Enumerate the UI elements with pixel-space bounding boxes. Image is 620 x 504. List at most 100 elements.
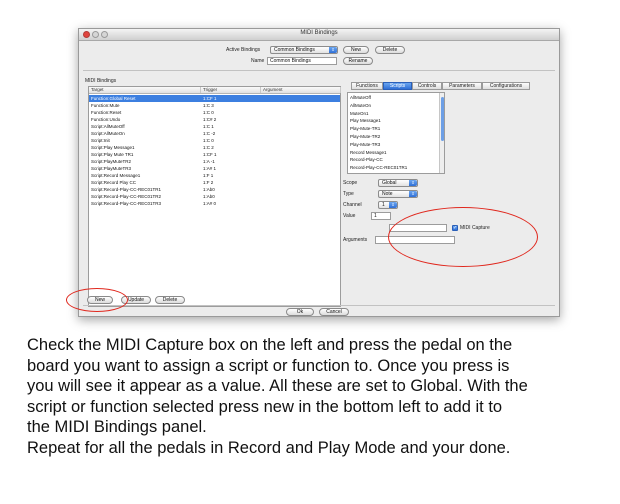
- midi-capture-highlight-ring: [388, 207, 538, 267]
- table-row[interactable]: Script:Record-Play-CC-REC01TR1 1:Ab0: [89, 186, 340, 193]
- updown-arrows-icon: ⇕: [329, 47, 337, 53]
- cell-target: Script:Record Play CC: [91, 180, 137, 185]
- window-titlebar: MIDI Bindings: [79, 29, 559, 41]
- tab-configurations[interactable]: Configurations: [482, 82, 530, 90]
- cell-trigger: 1:C 0: [203, 138, 214, 143]
- cell-trigger: 1:A# 1: [203, 166, 217, 171]
- table-row[interactable]: Script:Record-Play-CC-REC01TR2 1:Ab0: [89, 193, 340, 200]
- cell-trigger: 1:Ab0: [203, 194, 215, 199]
- updown-arrows-icon: ⇕: [409, 191, 417, 197]
- rename-button[interactable]: Rename: [343, 57, 373, 65]
- new-button-highlight-ring: [66, 288, 128, 312]
- list-item[interactable]: AllMuteOn: [350, 103, 371, 109]
- delete-bindings-button[interactable]: Delete: [375, 46, 405, 54]
- table-row[interactable]: Script:Record Play CC 1:F 2: [89, 179, 340, 186]
- table-row[interactable]: Script:Play Mute TR1 1:CF 1: [89, 151, 340, 158]
- scope-select[interactable]: Global ⇕: [378, 179, 418, 187]
- table-row[interactable]: Function:Global Reset 1:CF 1: [89, 95, 340, 102]
- value-label: Value: [343, 213, 356, 219]
- instruction-line: Check the MIDI Capture box on the left a…: [27, 336, 513, 354]
- tab-controls[interactable]: Controls: [412, 82, 442, 90]
- instruction-line: script or function selected press new in…: [27, 397, 503, 416]
- name-label: Name: [251, 58, 265, 64]
- list-item[interactable]: Record-Play-CC: [350, 157, 383, 163]
- cell-trigger: 1:C# 2: [203, 117, 217, 122]
- table-row[interactable]: Script:Record-Play-CC-REC01TR3 1:A# 0: [89, 200, 340, 207]
- cell-target: Script:PlayMuteTR2: [91, 159, 132, 164]
- table-row[interactable]: Script:AllMuteOn 1:C -2: [89, 130, 340, 137]
- scrollbar-thumb[interactable]: [441, 97, 444, 141]
- cell-target: Script:PlayMuteTR3: [91, 166, 132, 171]
- tab-parameters[interactable]: Parameters: [442, 82, 482, 90]
- tab-functions[interactable]: Functions: [351, 82, 383, 90]
- scripts-list[interactable]: AllMuteOff AllMuteOn MuteOn1 Play Message1 P…: [347, 92, 445, 174]
- table-row[interactable]: Function:Reset 1:C 0: [89, 109, 340, 116]
- column-header-target[interactable]: Target: [89, 87, 201, 93]
- channel-value: 1: [382, 202, 385, 208]
- list-item[interactable]: Record Message1: [350, 150, 387, 156]
- scope-label: Scope: [343, 180, 358, 186]
- instruction-line: the MIDI Bindings panel.: [27, 418, 207, 437]
- column-header-argument[interactable]: Argument: [261, 87, 341, 93]
- updown-arrows-icon: ⇕: [389, 202, 397, 208]
- new-bindings-button[interactable]: New: [343, 46, 369, 54]
- table-row[interactable]: Script:PlayMuteTR3 1:A# 1: [89, 165, 340, 172]
- name-field[interactable]: Common Bindings: [267, 57, 337, 65]
- list-item[interactable]: Play-Mute-TR2: [350, 134, 380, 140]
- list-item[interactable]: Play-Mute-TR3: [350, 142, 380, 148]
- type-select[interactable]: Note ⇕: [378, 190, 418, 198]
- scripts-list-scrollbar[interactable]: [439, 93, 444, 173]
- table-row[interactable]: Function:Mute 1:C 3: [89, 102, 340, 109]
- delete-binding-button[interactable]: Delete: [155, 296, 185, 304]
- bindings-table[interactable]: Target Trigger Argument Function:Global …: [88, 86, 341, 307]
- scope-value: Global: [382, 180, 397, 186]
- tab-scripts[interactable]: Scripts: [383, 82, 412, 90]
- cell-target: Script:Init: [91, 138, 110, 143]
- table-row[interactable]: Script:Record Message1 1:F 1: [89, 172, 340, 179]
- updown-arrows-icon: ⇕: [409, 180, 417, 186]
- cancel-button[interactable]: Cancel: [319, 308, 349, 316]
- cell-target: Function:Mute: [91, 103, 120, 108]
- cell-trigger: 1:C 1: [203, 124, 214, 129]
- list-item[interactable]: AllMuteOff: [350, 95, 371, 101]
- column-header-trigger[interactable]: Trigger: [201, 87, 261, 93]
- cell-target: Function:Reset: [91, 110, 122, 115]
- active-bindings-value: Common Bindings: [274, 47, 315, 53]
- bindings-table-header: Target Trigger Argument: [89, 87, 341, 94]
- screenshot-stage: { "window": { "title": "MIDI Bindings" }…: [0, 0, 620, 504]
- ok-button[interactable]: Ok: [286, 308, 314, 316]
- list-item[interactable]: MuteOn1: [350, 111, 369, 117]
- instruction-line: Repeat for all the pedals in Record and …: [27, 438, 511, 457]
- active-bindings-label: Active Bindings: [226, 47, 261, 53]
- value-field[interactable]: 1: [371, 212, 391, 220]
- cell-target: Script:Play Message1: [91, 145, 135, 150]
- table-row[interactable]: Script:Init 1:C 0: [89, 137, 340, 144]
- instruction-line: board you want to assign a script or fun…: [27, 356, 510, 375]
- cell-trigger: 1:A# 0: [203, 201, 217, 206]
- active-bindings-select[interactable]: Common Bindings ⇕: [270, 46, 338, 54]
- cell-target: Script:Record-Play-CC-REC01TR3: [91, 201, 162, 206]
- type-label: Type: [343, 191, 354, 197]
- instructions-text: Check the MIDI Capture box on the left a…: [27, 335, 607, 459]
- cell-target: Script:Record-Play-CC-REC01TR2: [91, 194, 162, 199]
- cell-trigger: 1:F 2: [203, 180, 214, 185]
- cell-trigger: 1:CF 1: [203, 96, 217, 101]
- table-row[interactable]: Script:PlayMuteTR2 1:A -1: [89, 158, 340, 165]
- table-row[interactable]: Script:Play Message1 1:C 2: [89, 144, 340, 151]
- cell-trigger: 1:F 1: [203, 173, 214, 178]
- cell-trigger: 1:A -1: [203, 159, 215, 164]
- cell-trigger: 1:C -2: [203, 131, 216, 136]
- channel-select[interactable]: 1 ⇕: [378, 201, 398, 209]
- list-item[interactable]: Record-Play-CC-REC01TR1: [350, 165, 407, 171]
- cell-trigger: 1:C 0: [203, 110, 214, 115]
- cell-target: Script:AllMuteOn: [91, 131, 125, 136]
- type-value: Note: [382, 191, 393, 197]
- header-divider: [83, 70, 555, 71]
- cell-target: Script:Record Message1: [91, 173, 141, 178]
- list-item[interactable]: Play-Mute-TR1: [350, 126, 380, 132]
- channel-label: Channel: [343, 202, 362, 208]
- list-item[interactable]: Play Message1: [350, 118, 381, 124]
- midi-bindings-window: MIDI Bindings Active Bindings Common Bin…: [78, 28, 560, 317]
- table-row[interactable]: Function:Undo 1:C# 2: [89, 116, 340, 123]
- table-row[interactable]: Script:AllMuteOff 1:C 1: [89, 123, 340, 130]
